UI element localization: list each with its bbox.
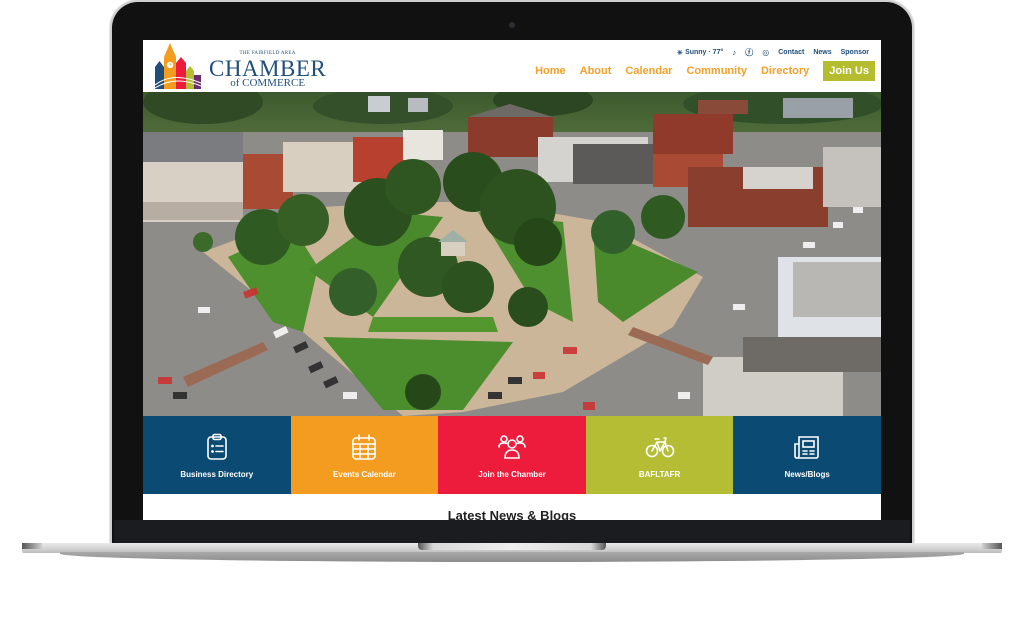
- chamber-logo[interactable]: THE FAIRFIELD AREA CHAMBER of COMMERCE: [153, 43, 326, 89]
- contact-link[interactable]: Contact: [778, 49, 804, 56]
- clocktower-logo-icon: [154, 43, 202, 89]
- instagram-icon[interactable]: ◎: [762, 48, 769, 57]
- logo-subtitle: of COMMERCE: [230, 77, 306, 89]
- tile-events-calendar[interactable]: Events Calendar: [290, 416, 439, 494]
- newspaper-icon: [794, 435, 819, 459]
- laptop-base-edge-right: [982, 543, 1002, 549]
- facebook-icon[interactable]: ⓕ: [745, 47, 753, 58]
- laptop-base-edge-left: [22, 543, 42, 549]
- nav-about[interactable]: About: [580, 65, 612, 77]
- laptop-hinge-notch: [418, 543, 606, 550]
- tile-label: Business Directory: [180, 469, 254, 479]
- quick-links: Business Directory Events Calendar Join …: [143, 416, 881, 494]
- clipboard-list-icon: [206, 433, 227, 460]
- utility-bar: ☀ Sunny · 77° ♪ ⓕ ◎ Contact News Sponsor: [677, 47, 869, 58]
- sponsor-link[interactable]: Sponsor: [841, 49, 869, 56]
- people-icon: [498, 434, 526, 459]
- tile-news-blogs[interactable]: News/Blogs: [733, 416, 881, 494]
- nav-calendar[interactable]: Calendar: [625, 65, 672, 77]
- site-header: THE FAIRFIELD AREA CHAMBER of COMMERCE ☀…: [143, 40, 881, 92]
- nav-home[interactable]: Home: [535, 65, 566, 77]
- aerial-town-square-image: [143, 92, 881, 416]
- logo-wordmark: THE FAIRFIELD AREA CHAMBER of COMMERCE: [209, 51, 326, 89]
- calendar-icon: [352, 433, 377, 460]
- main-nav: Home About Calendar Community Directory …: [535, 61, 875, 81]
- tile-business-directory[interactable]: Business Directory: [143, 416, 291, 494]
- bicycle-icon: [645, 436, 674, 457]
- tile-label: Events Calendar: [333, 469, 396, 479]
- laptop-lid: THE FAIRFIELD AREA CHAMBER of COMMERCE ☀…: [112, 2, 912, 547]
- weather-widget: ☀ Sunny · 77°: [677, 49, 723, 57]
- camera-icon: [509, 22, 515, 28]
- tile-join-the-chamber[interactable]: Join the Chamber: [438, 416, 586, 494]
- tile-bafltafr[interactable]: BAFLTAFR: [585, 416, 734, 494]
- tiktok-icon[interactable]: ♪: [732, 48, 736, 57]
- weather-text: Sunny · 77°: [685, 49, 724, 56]
- tile-label: News/Blogs: [784, 469, 830, 479]
- join-us-button[interactable]: Join Us: [823, 61, 875, 81]
- laptop-mockup: THE FAIRFIELD AREA CHAMBER of COMMERCE ☀…: [0, 0, 1024, 620]
- hero-image: [143, 92, 881, 416]
- sun-icon: ☀: [676, 49, 684, 57]
- tile-label: BAFLTAFR: [638, 469, 681, 479]
- laptop-base-shadow: [60, 552, 964, 562]
- nav-directory[interactable]: Directory: [761, 65, 809, 77]
- news-link[interactable]: News: [813, 49, 831, 56]
- website-screen: THE FAIRFIELD AREA CHAMBER of COMMERCE ☀…: [143, 40, 881, 522]
- tile-label: Join the Chamber: [478, 469, 546, 479]
- nav-community[interactable]: Community: [686, 65, 747, 77]
